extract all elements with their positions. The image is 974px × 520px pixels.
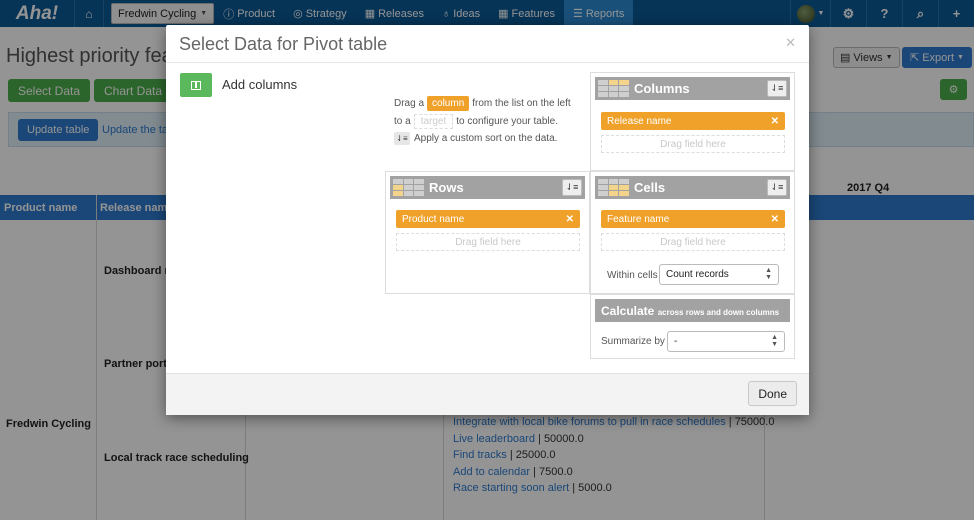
rows-grid-icon — [393, 179, 424, 196]
calculate-zone: Calculate across rows and down columns S… — [590, 294, 795, 359]
sort-icon: ⇃≡ — [394, 132, 410, 145]
cells-drop-zone[interactable]: Cells ⇃≡ Feature name ✕ Drag field here … — [590, 171, 795, 294]
add-columns-label[interactable]: Add columns — [222, 77, 297, 92]
modal-title: Select Data for Pivot table — [179, 34, 388, 54]
rows-drop-target[interactable]: Drag field here — [396, 233, 580, 251]
cells-drop-target[interactable]: Drag field here — [601, 233, 785, 251]
rows-sort-icon[interactable]: ⇃≡ — [562, 179, 582, 196]
instruction-text: Apply a custom sort on the data. — [414, 133, 558, 144]
done-button[interactable]: Done — [748, 381, 797, 406]
instruction-line-2: to a target to configure your table. — [394, 114, 558, 129]
instruction-text: Drag a — [394, 98, 425, 109]
instruction-text: to configure your table. — [456, 116, 558, 127]
remove-icon[interactable]: ✕ — [566, 214, 574, 225]
within-cells-select[interactable]: Count records ▲ ▼ — [659, 264, 779, 285]
feature-name-chip[interactable]: Feature name ✕ — [601, 210, 785, 228]
columns-grid-icon — [598, 80, 629, 97]
cells-sort-icon[interactable]: ⇃≡ — [767, 179, 787, 196]
release-name-chip[interactable]: Release name ✕ — [601, 112, 785, 130]
instruction-text: from the list on the left — [472, 98, 571, 109]
product-name-chip[interactable]: Product name ✕ — [396, 210, 580, 228]
cells-zone-title: Cells — [634, 180, 666, 195]
target-example-pill: target — [413, 114, 454, 129]
rows-zone-header: Rows ⇃≡ — [390, 176, 585, 199]
summarize-by-value: - — [674, 336, 678, 347]
rows-drop-zone[interactable]: Rows ⇃≡ Product name ✕ Drag field here — [385, 171, 590, 294]
close-icon[interactable]: ✕ — [785, 35, 796, 51]
instruction-text: to a — [394, 116, 411, 127]
columns-drop-target[interactable]: Drag field here — [601, 135, 785, 153]
add-columns-icon[interactable] — [180, 73, 212, 97]
columns-sort-icon[interactable]: ⇃≡ — [767, 80, 787, 97]
column-example-pill: column — [427, 96, 470, 111]
calculate-zone-header: Calculate across rows and down columns — [595, 299, 790, 322]
rows-zone-title: Rows — [429, 180, 464, 195]
select-data-modal: Select Data for Pivot table ✕ Add column… — [166, 25, 809, 415]
columns-drop-zone[interactable]: Columns ⇃≡ Release name ✕ Drag field her… — [590, 72, 795, 171]
summarize-by-select[interactable]: - ▲ ▼ — [667, 331, 785, 352]
modal-footer: Done — [166, 373, 809, 415]
columns-zone-title: Columns — [634, 81, 690, 96]
calculate-title: Calculate — [601, 303, 655, 318]
remove-icon[interactable]: ✕ — [771, 116, 779, 127]
calculate-subtitle: across rows and down columns — [657, 307, 780, 317]
instruction-line-1: Drag a column from the list on the left — [394, 96, 571, 111]
instruction-line-3: ⇃≡ Apply a custom sort on the data. — [394, 132, 557, 145]
remove-icon[interactable]: ✕ — [771, 214, 779, 225]
cells-grid-icon — [598, 179, 629, 196]
chip-label: Release name — [607, 115, 672, 127]
within-cells-value: Count records — [666, 269, 729, 280]
chip-label: Feature name — [607, 213, 670, 225]
cells-zone-header: Cells ⇃≡ — [595, 176, 790, 199]
chevron-updown-icon: ▲ ▼ — [771, 334, 778, 348]
chevron-updown-icon: ▲ ▼ — [765, 267, 772, 281]
summarize-by-label: Summarize by — [601, 336, 665, 347]
within-cells-label: Within cells — [607, 270, 658, 281]
modal-divider — [166, 62, 809, 63]
calculate-zone-title: Calculate across rows and down columns — [601, 304, 779, 318]
chip-label: Product name — [402, 213, 465, 225]
columns-zone-header: Columns ⇃≡ — [595, 77, 790, 100]
